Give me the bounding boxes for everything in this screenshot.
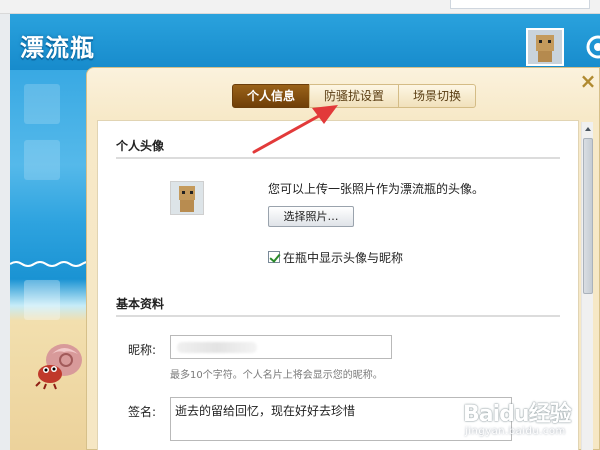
show-avatar-checkbox-row[interactable]: 在瓶中显示头像与昵称 <box>268 249 403 265</box>
section-divider <box>116 315 560 317</box>
avatar-preview <box>170 181 204 215</box>
scene-window-pane <box>24 84 60 124</box>
user-avatar[interactable] <box>526 28 564 66</box>
nickname-blurred-value <box>177 342 257 353</box>
show-avatar-checkbox[interactable] <box>268 251 280 263</box>
scene-window-pane <box>24 140 60 180</box>
watermark-brand: Baidu经验 <box>463 402 572 427</box>
section-title-avatar: 个人头像 <box>116 139 165 153</box>
browser-search-field[interactable] <box>450 0 590 9</box>
tab-scene-switch[interactable]: 场景切换 <box>398 84 477 108</box>
eye-icon[interactable] <box>584 34 600 60</box>
avatar-upload-hint: 您可以上传一张照片作为漂流瓶的头像。 <box>268 182 485 196</box>
annotation-arrow-icon <box>252 105 338 154</box>
close-icon[interactable]: × <box>578 71 598 92</box>
scroll-up-icon[interactable] <box>583 123 593 135</box>
nickname-hint: 最多10个字符。个人名片上将会显示您的昵称。 <box>170 370 383 381</box>
hermit-crab-icon <box>35 344 82 390</box>
choose-photo-button[interactable]: 选择照片… <box>268 206 354 227</box>
scene-window-pane <box>24 280 60 320</box>
nickname-input[interactable] <box>170 335 392 359</box>
signature-label: 签名: <box>128 405 157 419</box>
watermark-url: jingyan.baidu.com <box>465 426 566 437</box>
app-header: 漂流瓶 <box>10 14 600 70</box>
scroll-thumb[interactable] <box>583 138 593 294</box>
browser-top-strip <box>0 0 600 14</box>
nickname-label: 昵称: <box>128 343 157 357</box>
app-logo: 漂流瓶 <box>20 34 95 62</box>
section-title-profile: 基本资料 <box>116 297 165 311</box>
show-avatar-checkbox-label: 在瓶中显示头像与昵称 <box>283 250 404 265</box>
baidu-watermark: Baidu经验 jingyan.baidu.com <box>455 392 597 448</box>
